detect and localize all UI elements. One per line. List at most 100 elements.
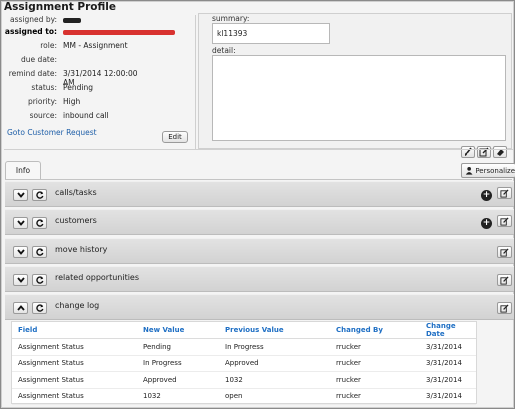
status-value: Pending [63,83,93,92]
detail-label: detail: [212,46,236,55]
divider [4,149,513,150]
priority-value: High [63,97,81,106]
table-row: Assignment Status Approved 1032 rrucker … [12,371,476,389]
table-cell: In Progress [219,338,330,356]
personalize-button[interactable]: Personalize [461,163,515,178]
edit-icon [500,247,509,257]
table-cell: open [219,388,330,405]
section-edit-button[interactable] [497,302,512,314]
due-date-label: due date: [21,55,57,64]
table-cell: 3/31/2014 [420,338,476,356]
goto-customer-request-link[interactable]: Goto Customer Request [7,128,97,137]
refresh-button[interactable] [32,189,47,201]
section-title: calls/tasks [55,188,97,197]
table-cell: rrucker [330,388,420,405]
column-header[interactable]: Change Date [420,322,476,339]
collapse-button[interactable] [13,302,28,314]
remind-date-label: remind date: [8,69,57,78]
eraser-button[interactable] [493,146,507,158]
source-value: inbound call [63,111,109,120]
refresh-icon [35,248,43,256]
assigned-to-label: assigned to: [4,27,57,36]
assigned-by-label: assigned by: [10,15,57,24]
edit-icon [500,303,509,313]
table-cell: Approved [219,355,330,372]
table-header-row: Field New Value Previous Value Changed B… [12,322,476,339]
table-cell: rrucker [330,371,420,389]
refresh-button[interactable] [32,217,47,229]
source-label: source: [29,111,57,120]
refresh-button[interactable] [32,246,47,258]
detail-field[interactable] [212,55,506,141]
table-cell: 3/31/2014 [420,371,476,389]
refresh-icon [35,191,43,199]
section-change-log: change log [5,294,514,320]
table-cell: Assignment Status [12,338,137,356]
column-header[interactable]: Previous Value [219,322,330,339]
chevron-down-icon [16,220,25,226]
edit-button[interactable]: Edit [162,131,188,143]
column-header[interactable]: Changed By [330,322,420,339]
section-title: change log [55,301,100,310]
section-title: move history [55,245,108,254]
expand-button[interactable] [13,274,28,286]
priority-label: priority: [27,97,57,106]
plus-circle-icon[interactable]: + [481,218,492,229]
edit-icon [500,275,509,285]
assigned-by-value [63,15,183,24]
expand-button[interactable] [13,217,28,229]
table-cell: Assignment Status [12,355,137,372]
priority-row: priority: High [1,97,193,109]
table-cell: In Progress [137,355,219,372]
change-log-table: Field New Value Previous Value Changed B… [11,321,477,405]
role-row: role: MM - Assignment [1,41,193,53]
table-cell: Approved [137,371,219,389]
section-edit-button[interactable] [497,215,512,227]
due-date-row: due date: [1,55,193,67]
status-row: status: Pending [1,83,193,95]
table-cell: Pending [137,338,219,356]
user-icon [465,167,473,175]
table-cell: 1032 [219,371,330,389]
column-header[interactable]: New Value [137,322,219,339]
source-row: source: inbound call [1,111,193,123]
refresh-icon [35,276,43,284]
assigned-by-row: assigned by: [1,15,193,27]
divider [195,15,196,149]
tab-divider [5,179,512,180]
expand-button[interactable] [13,246,28,258]
assignment-profile-window: Assignment Profile assigned by: assigned… [0,0,515,409]
plus-circle-icon[interactable]: + [481,190,492,201]
chevron-down-icon [16,277,25,283]
section-calls-tasks: calls/tasks + [5,181,514,207]
edit-notes-button[interactable] [477,146,491,158]
section-edit-button[interactable] [497,274,512,286]
table-cell: Assignment Status [12,388,137,405]
refresh-button[interactable] [32,274,47,286]
redaction-mark [63,29,175,35]
table-row: Assignment Status In Progress Approved r… [12,355,476,372]
summary-field[interactable]: kl11393 [212,23,330,44]
chevron-down-icon [16,192,25,198]
refresh-button[interactable] [32,302,47,314]
table-row: Assignment Status 1032 open rrucker 3/31… [12,388,476,405]
section-customers: customers + [5,209,514,235]
page-title: Assignment Profile [4,1,117,13]
table-cell: Assignment Status [12,371,137,389]
section-edit-button[interactable] [497,187,512,199]
section-edit-button[interactable] [497,246,512,258]
column-header[interactable]: Field [12,322,137,339]
expand-button[interactable] [13,189,28,201]
table-cell: rrucker [330,338,420,356]
table-cell: 1032 [137,388,219,405]
brush-button[interactable] [461,146,475,158]
table-cell: rrucker [330,355,420,372]
role-label: role: [40,41,57,50]
table-cell: 3/31/2014 [420,355,476,372]
refresh-icon [35,304,43,312]
table-row: Assignment Status Pending In Progress rr… [12,338,476,356]
refresh-icon [35,219,43,227]
section-title: related opportunities [55,273,140,282]
tab-info[interactable]: Info [5,161,41,179]
table-cell: 3/31/2014 [420,388,476,405]
